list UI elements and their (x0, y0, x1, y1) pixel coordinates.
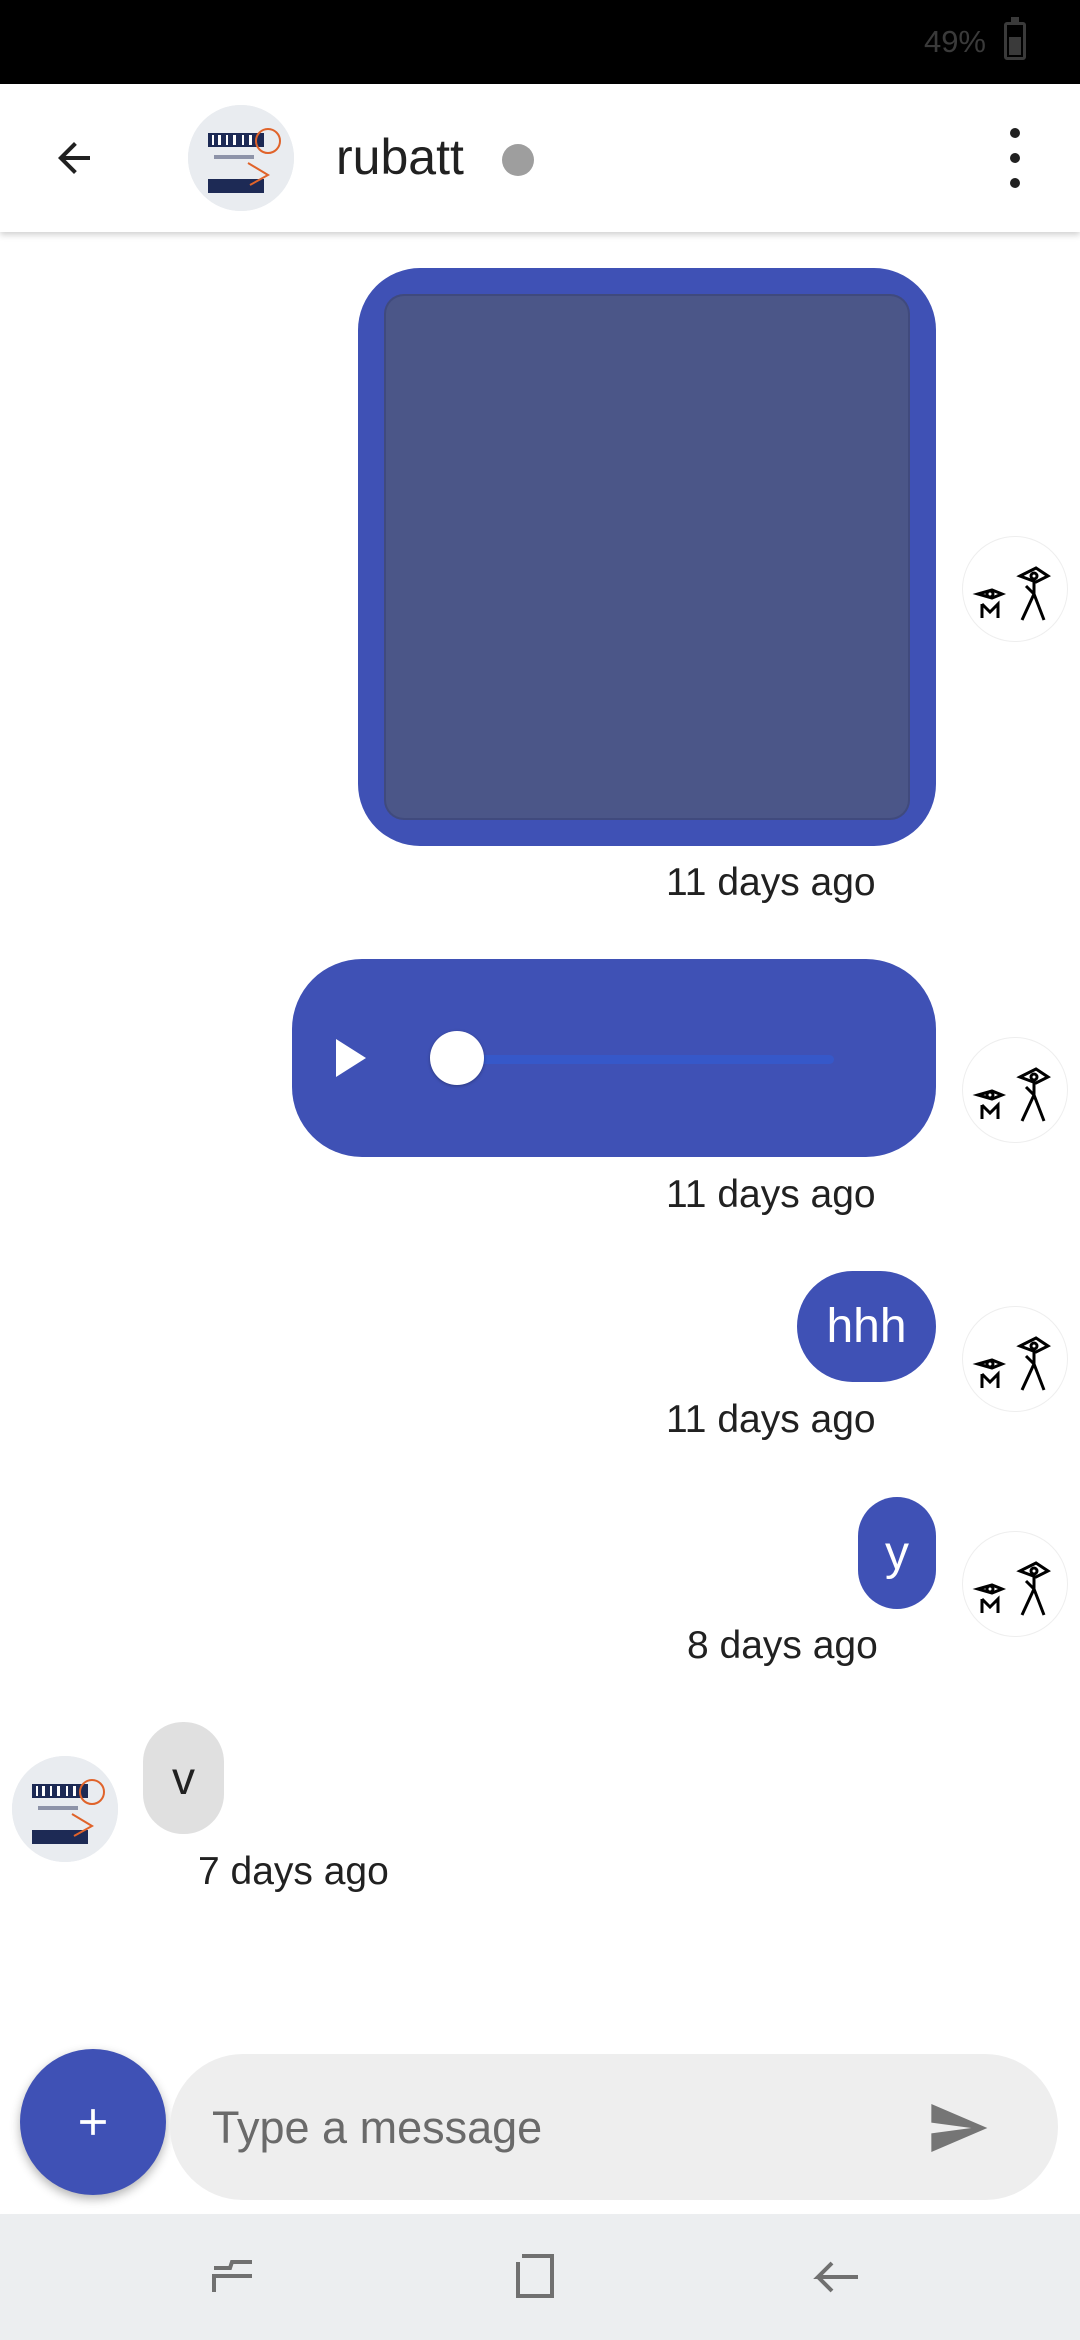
home-button[interactable] (500, 2242, 570, 2312)
message-input[interactable] (210, 2054, 914, 2202)
image-message[interactable] (358, 268, 936, 846)
presence-indicator (502, 144, 534, 176)
message-timestamp: 7 days ago (198, 1850, 389, 1893)
play-icon[interactable] (336, 1039, 366, 1077)
more-vert-icon (1010, 128, 1020, 138)
contact-avatar[interactable] (188, 105, 294, 211)
self-avatar (962, 536, 1068, 642)
incoming-message-bubble[interactable]: v (143, 1722, 224, 1834)
contact-avatar[interactable] (12, 1756, 118, 1862)
contact-name[interactable]: rubatt (336, 128, 464, 186)
send-icon (931, 2104, 988, 2152)
back-icon (813, 2261, 858, 2293)
system-navigation-bar (0, 2214, 1080, 2340)
audio-seek-thumb[interactable] (430, 1031, 484, 1085)
audio-message (292, 959, 936, 1157)
message-timestamp: 11 days ago (666, 1173, 876, 1216)
image-placeholder (384, 294, 910, 820)
recents-button[interactable] (198, 2242, 268, 2312)
send-button[interactable] (918, 2088, 998, 2168)
battery-percentage: 49% (923, 24, 986, 59)
message-timestamp: 8 days ago (687, 1624, 878, 1667)
recents-icon (212, 2260, 252, 2292)
message-composer (170, 2054, 1058, 2202)
battery-icon (1004, 17, 1026, 60)
chat-header: rubatt (0, 84, 1080, 232)
plus-icon (80, 2109, 106, 2135)
back-button[interactable] (36, 120, 112, 196)
outgoing-message-bubble[interactable]: hhh (797, 1271, 936, 1382)
self-avatar (962, 1306, 1068, 1412)
outgoing-message-bubble[interactable]: y (858, 1497, 936, 1609)
message-timestamp: 11 days ago (666, 1398, 876, 1441)
audio-seek-track[interactable] (458, 1055, 834, 1064)
arrow-back-icon (58, 142, 90, 174)
message-text: y (885, 1526, 909, 1580)
message-text: hhh (826, 1300, 907, 1353)
message-text: v (172, 1752, 195, 1804)
self-avatar (962, 1531, 1068, 1637)
home-icon (516, 2254, 554, 2298)
back-nav-button[interactable] (802, 2242, 872, 2312)
overflow-menu-button[interactable] (990, 128, 1040, 188)
message-timestamp: 11 days ago (666, 861, 876, 904)
attach-button[interactable] (20, 2049, 166, 2195)
status-bar: 49% (0, 0, 1080, 84)
self-avatar (962, 1037, 1068, 1143)
